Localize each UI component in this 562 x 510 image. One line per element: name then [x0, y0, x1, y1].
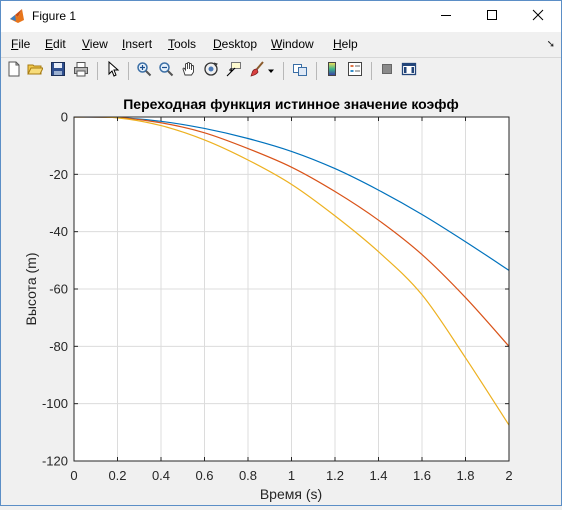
colorbar-icon: [324, 61, 340, 82]
pan-hand-icon: [180, 61, 196, 82]
window-title: Figure 1: [32, 9, 77, 23]
edit-plot-button[interactable]: [103, 60, 123, 82]
minimize-icon: [440, 8, 452, 26]
brush-dropdown-icon: [267, 62, 275, 80]
menu-insert[interactable]: Insert: [122, 37, 152, 51]
chart-title: Переходная функция истинное значение коэ…: [123, 96, 459, 112]
menu-bar: File Edit View Insert Tools Desktop Wind…: [1, 35, 561, 55]
toolbar-separator: [371, 62, 372, 80]
x-tick-label: 1: [288, 468, 295, 483]
menu-help[interactable]: Help: [333, 37, 358, 51]
show-plot-tools-button[interactable]: [399, 61, 419, 81]
data-cursor-icon: [226, 61, 242, 82]
maximize-icon: [486, 8, 498, 26]
x-tick-label: 0.6: [195, 468, 213, 483]
x-tick-label: 0: [70, 468, 77, 483]
close-button[interactable]: [515, 1, 561, 32]
menu-file[interactable]: File: [11, 37, 30, 51]
legend-button[interactable]: [345, 61, 365, 81]
menu-desktop[interactable]: Desktop: [213, 37, 257, 51]
menu-tools[interactable]: Tools: [168, 37, 196, 51]
pan-button[interactable]: [178, 61, 198, 81]
figure-window: Figure 1 File Edit View Insert Tools Des…: [0, 0, 562, 506]
toolbar-separator: [316, 62, 317, 80]
x-tick-label: 0.8: [239, 468, 257, 483]
new-figure-button[interactable]: [4, 61, 24, 81]
x-tick-label: 0.2: [108, 468, 126, 483]
title-bar[interactable]: Figure 1: [1, 1, 561, 32]
menubar-dock-arrow-icon[interactable]: ➘: [547, 39, 555, 50]
x-tick-label: 1.2: [326, 468, 344, 483]
save-icon: [50, 61, 66, 82]
x-tick-label: 2: [505, 468, 512, 483]
brush-button[interactable]: [247, 60, 267, 82]
y-tick-label: -40: [49, 224, 68, 239]
save-button[interactable]: [48, 61, 68, 81]
zoom-in-button[interactable]: [134, 61, 154, 81]
y-tick-label: 0: [61, 110, 68, 125]
x-axis-label: Время (s): [260, 486, 322, 502]
y-tick-label: -100: [42, 396, 68, 411]
line-chart[interactable]: 0 0.2 0.4 0.6 0.8 1 1.2 1.4 1.6 1.8 2 0 -20 -40 -60 -80…: [1, 85, 561, 505]
edit-plot-arrow-icon: [105, 60, 121, 82]
menu-edit[interactable]: Edit: [45, 37, 66, 51]
y-axis-label: Высота (m): [23, 253, 39, 326]
hide-plot-tools-icon: [379, 61, 395, 82]
hide-plot-tools-button[interactable]: [377, 61, 397, 81]
show-plot-tools-icon: [401, 61, 417, 82]
minimize-button[interactable]: [423, 1, 469, 32]
colorbar-button[interactable]: [322, 61, 342, 81]
figure-canvas: 0 0.2 0.4 0.6 0.8 1 1.2 1.4 1.6 1.8 2 0 -20 -40 -60 -80…: [1, 85, 561, 505]
open-file-icon: [27, 61, 44, 82]
y-tick-label: -80: [49, 339, 68, 354]
brush-dropdown-button[interactable]: [265, 61, 277, 81]
close-icon: [532, 8, 544, 26]
x-tick-label: 1.6: [413, 468, 431, 483]
print-icon: [73, 61, 89, 82]
zoom-out-icon: [158, 61, 174, 82]
legend-icon: [347, 61, 363, 82]
new-figure-icon: [6, 61, 22, 82]
print-button[interactable]: [71, 61, 91, 81]
menu-view[interactable]: View: [82, 37, 108, 51]
y-tick-label: -120: [42, 454, 68, 469]
toolbar-separator: [97, 62, 98, 80]
x-tick-label: 1.8: [456, 468, 474, 483]
maximize-button[interactable]: [469, 1, 515, 32]
toolbar-separator: [128, 62, 129, 80]
x-tick-label: 0.4: [152, 468, 170, 483]
figure-toolbar: [1, 57, 561, 86]
matlab-logo-icon: [9, 8, 25, 24]
link-plot-icon: [292, 61, 308, 82]
y-tick-label: -20: [49, 167, 68, 182]
toolbar-separator: [283, 62, 284, 80]
x-tick-label: 1.4: [369, 468, 387, 483]
link-plot-button[interactable]: [290, 61, 310, 81]
zoom-in-icon: [136, 61, 152, 82]
rotate-3d-icon: [203, 61, 219, 82]
brush-icon: [249, 60, 265, 82]
y-tick-label: -60: [49, 282, 68, 297]
open-file-button[interactable]: [25, 61, 45, 81]
rotate-3d-button[interactable]: [201, 61, 221, 81]
zoom-out-button[interactable]: [156, 61, 176, 81]
menu-window[interactable]: Window: [271, 37, 314, 51]
data-cursor-button[interactable]: [224, 61, 244, 81]
